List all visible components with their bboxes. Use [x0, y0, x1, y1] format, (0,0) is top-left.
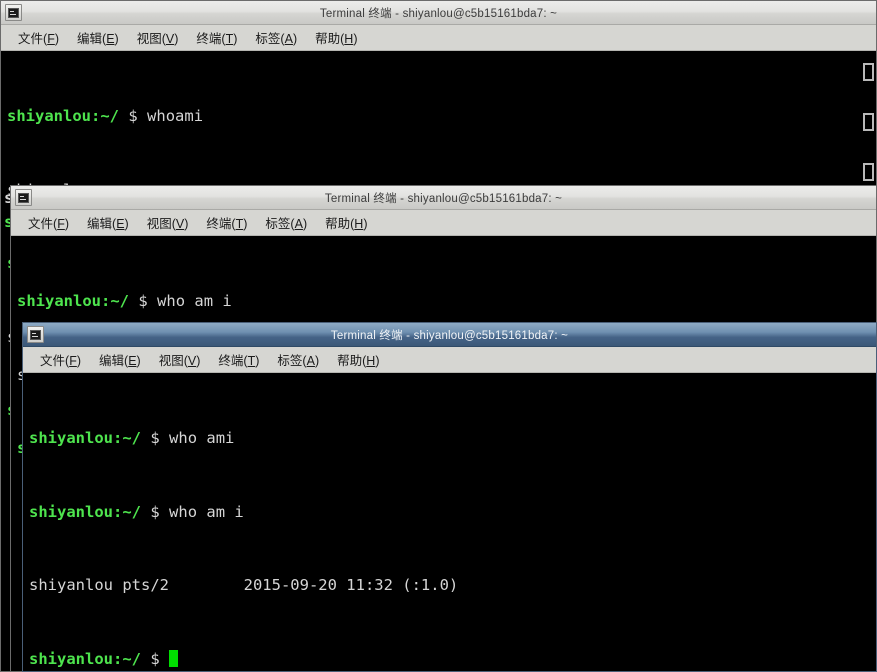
menu-label: 标签	[265, 217, 291, 231]
window-title-3: Terminal 终端 - shiyanlou@c5b15161bda7: ~	[330, 329, 569, 342]
terminal-command: who ami	[169, 429, 235, 447]
prompt-symbol: $	[128, 107, 138, 125]
prompt-user: shiyanlou	[29, 649, 113, 668]
menu-item-help-1[interactable]: 帮助(H)	[306, 26, 366, 49]
titlebar-1[interactable]: Terminal 终端 - shiyanlou@c5b15161bda7: ~	[1, 1, 876, 25]
menu-mnemonic: A	[306, 354, 315, 368]
terminal-line: shiyanlou:~/ $ who am i	[17, 289, 876, 314]
menubar-1[interactable]: 文件(F) 编辑(E) 视图(V) 终端(T) 标签(A) 帮助(H)	[1, 25, 876, 51]
terminal-cursor-artifact	[863, 63, 874, 81]
prompt-user: shiyanlou	[29, 502, 113, 521]
prompt-user: shiyanlou	[7, 107, 91, 125]
menu-mnemonic: E	[106, 32, 115, 46]
menu-label: 标签	[277, 354, 303, 368]
menu-item-tabs-2[interactable]: 标签(A)	[256, 211, 316, 234]
prompt-user: shiyanlou	[17, 292, 101, 310]
terminal-icon	[27, 326, 44, 343]
terminal-icon	[15, 189, 32, 206]
prompt-symbol: $	[150, 649, 160, 668]
prompt-path: :~/	[113, 429, 141, 447]
window-title-1: Terminal 终端 - shiyanlou@c5b15161bda7: ~	[319, 7, 558, 20]
menu-item-file-1[interactable]: 文件(F)	[9, 26, 68, 49]
terminal-cursor-artifact	[863, 163, 874, 181]
prompt-path: :~/	[101, 292, 129, 310]
menu-mnemonic: A	[284, 32, 293, 46]
menu-mnemonic: H	[344, 32, 354, 46]
menu-label: 帮助	[325, 217, 351, 231]
menu-item-file-3[interactable]: 文件(F)	[31, 348, 90, 371]
menu-mnemonic: V	[165, 32, 175, 46]
menu-mnemonic: T	[247, 354, 256, 368]
menu-mnemonic: V	[187, 354, 197, 368]
menu-item-view-1[interactable]: 视图(V)	[128, 26, 188, 49]
menu-item-terminal-1[interactable]: 终端(T)	[187, 26, 246, 49]
terminal-command: who am i	[157, 292, 232, 310]
menu-mnemonic: F	[57, 217, 65, 231]
menu-item-terminal-3[interactable]: 终端(T)	[209, 348, 268, 371]
menu-label: 终端	[196, 32, 222, 46]
menu-label: 文件	[28, 217, 54, 231]
prompt-symbol: $	[138, 292, 148, 310]
menubar-2[interactable]: 文件(F) 编辑(E) 视图(V) 终端(T) 标签(A) 帮助(H)	[11, 210, 876, 236]
prompt-path: :~/	[113, 502, 141, 521]
desktop-screen: Terminal 终端 - shiyanlou@c5b15161bda7: ~ …	[0, 0, 877, 672]
terminal-cursor-active	[169, 649, 179, 667]
menu-item-help-2[interactable]: 帮助(H)	[316, 211, 376, 234]
menu-item-terminal-2[interactable]: 终端(T)	[197, 211, 256, 234]
menu-label: 终端	[206, 217, 232, 231]
menubar-3[interactable]: 文件(F) 编辑(E) 视图(V) 终端(T) 标签(A) 帮助(H)	[23, 347, 876, 373]
menu-item-file-2[interactable]: 文件(F)	[19, 211, 78, 234]
prompt-user: shiyanlou	[29, 429, 113, 447]
menu-mnemonic: E	[116, 217, 125, 231]
terminal-line: shiyanlou pts/2 2015-09-20 11:32 (:1.0)	[29, 576, 459, 594]
menu-item-view-2[interactable]: 视图(V)	[138, 211, 198, 234]
menu-label: 视图	[146, 217, 172, 231]
menu-item-view-3[interactable]: 视图(V)	[150, 348, 210, 371]
menu-mnemonic: T	[235, 217, 244, 231]
menu-label: 标签	[255, 32, 281, 46]
menu-mnemonic: H	[366, 354, 376, 368]
menu-item-edit-3[interactable]: 编辑(E)	[90, 348, 150, 371]
menu-item-edit-1[interactable]: 编辑(E)	[68, 26, 128, 49]
terminal-cursor-artifact	[863, 113, 874, 131]
terminal-line: shiyanlou:~/ $	[29, 647, 876, 672]
menu-label: 帮助	[315, 32, 341, 46]
prompt-symbol: $	[150, 502, 160, 521]
terminal-icon	[5, 4, 22, 21]
terminal-line: shiyanlou:~/ $ who am i	[29, 500, 876, 525]
window-title-2: Terminal 终端 - shiyanlou@c5b15161bda7: ~	[324, 192, 563, 205]
menu-mnemonic: V	[175, 217, 185, 231]
menu-mnemonic: E	[128, 354, 137, 368]
menu-mnemonic: H	[354, 217, 364, 231]
prompt-path: :~/	[113, 649, 141, 668]
terminal-line: shiyanlou:~/ $ who ami	[29, 426, 876, 451]
menu-item-edit-2[interactable]: 编辑(E)	[78, 211, 138, 234]
terminal-line: shiyanlou:~/ $ whoami	[7, 104, 876, 129]
terminal-window-3[interactable]: Terminal 终端 - shiyanlou@c5b15161bda7: ~ …	[22, 322, 877, 672]
titlebar-2[interactable]: Terminal 终端 - shiyanlou@c5b15161bda7: ~	[11, 186, 876, 210]
menu-label: 视图	[158, 354, 184, 368]
menu-item-help-3[interactable]: 帮助(H)	[328, 348, 388, 371]
menu-mnemonic: F	[69, 354, 77, 368]
menu-mnemonic: F	[47, 32, 55, 46]
menu-label: 终端	[218, 354, 244, 368]
menu-label: 编辑	[77, 32, 103, 46]
terminal-body-3[interactable]: shiyanlou:~/ $ who ami shiyanlou:~/ $ wh…	[23, 373, 876, 672]
menu-label: 编辑	[87, 217, 113, 231]
prompt-symbol: $	[150, 429, 160, 447]
menu-label: 视图	[136, 32, 162, 46]
menu-label: 文件	[18, 32, 44, 46]
menu-item-tabs-1[interactable]: 标签(A)	[246, 26, 306, 49]
menu-mnemonic: A	[294, 217, 303, 231]
menu-label: 帮助	[337, 354, 363, 368]
menu-label: 文件	[40, 354, 66, 368]
terminal-command: whoami	[147, 107, 204, 125]
menu-mnemonic: T	[225, 32, 234, 46]
menu-label: 编辑	[99, 354, 125, 368]
prompt-path: :~/	[91, 107, 119, 125]
terminal-command: who am i	[169, 502, 244, 521]
titlebar-3[interactable]: Terminal 终端 - shiyanlou@c5b15161bda7: ~	[23, 323, 876, 347]
menu-item-tabs-3[interactable]: 标签(A)	[268, 348, 328, 371]
